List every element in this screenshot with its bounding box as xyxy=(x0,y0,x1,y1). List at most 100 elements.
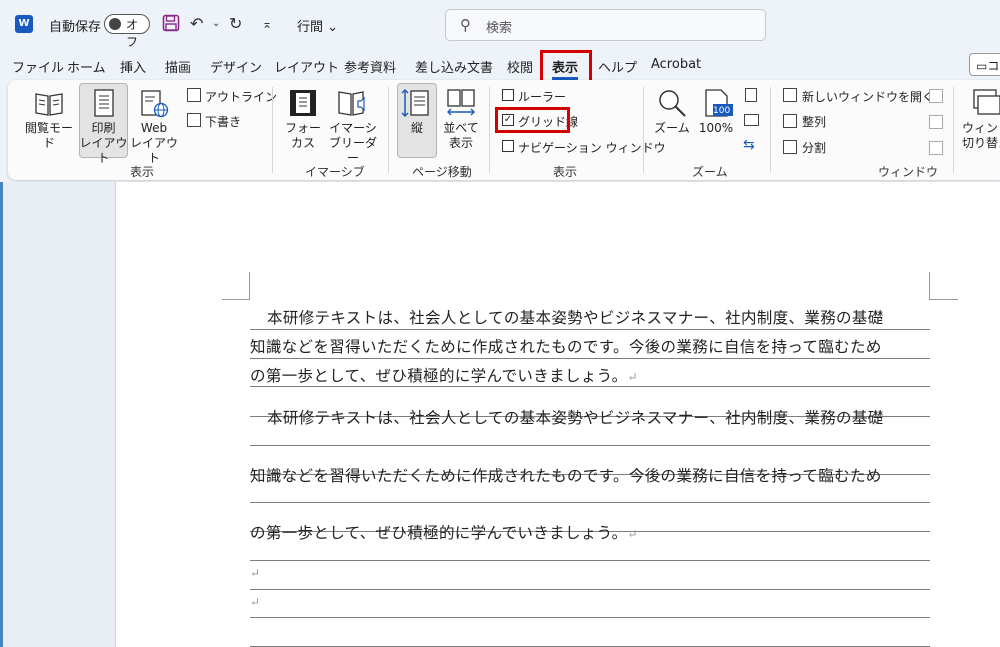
word-app-icon: W xyxy=(15,15,33,33)
crop-mark xyxy=(930,299,958,300)
draft-button[interactable]: 下書き xyxy=(205,113,241,130)
immersive-group-label: イマーシブ xyxy=(305,165,365,179)
crop-mark xyxy=(929,272,930,300)
paragraph-mark: ↵ xyxy=(627,527,638,541)
show-group-label: 表示 xyxy=(553,165,578,179)
page-move-group-label: ページ移動 xyxy=(412,165,472,179)
style-selector[interactable]: 行間 ⌄ xyxy=(297,16,338,35)
tab-design[interactable]: デザイン xyxy=(210,57,262,76)
comment-icon: ▭ xyxy=(976,59,988,73)
focus-icon xyxy=(290,90,316,116)
ruler-checkbox[interactable] xyxy=(502,89,514,101)
empty-paragraph-mark: ↵ xyxy=(250,595,261,609)
switch-windows-button[interactable]: ウィンド切り替え xyxy=(962,121,1000,151)
side-by-side-button[interactable]: 並べて 表示 xyxy=(440,121,482,151)
paragraph-2-line-1: 本研修テキストは、社会人としての基本姿勢やビジネスマナー、社内制度、業務の基礎 xyxy=(267,409,884,427)
gridline xyxy=(250,502,930,503)
redo-icon[interactable]: ↻ xyxy=(229,14,242,34)
ruler-label: ルーラー xyxy=(518,90,567,104)
split-button[interactable]: 分割 xyxy=(802,139,826,156)
gridline xyxy=(250,617,930,618)
arrange-all-icon xyxy=(783,114,797,128)
paragraph-2-line-3-text: の第一歩として、ぜひ積極的に学んでいきましょう。 xyxy=(250,524,628,542)
focus-button[interactable]: フォー カス xyxy=(281,121,325,151)
read-mode-button[interactable]: 閲覧モード xyxy=(20,121,78,151)
paragraph-1-line-2: 知識などを習得いただくために作成されたものです。今後の業務に自信を持って臨むため xyxy=(250,338,882,356)
outline-icon xyxy=(187,88,201,102)
ribbon-separator xyxy=(770,87,771,173)
undo-icon[interactable]: ↶ xyxy=(190,14,203,34)
gridline xyxy=(250,589,930,590)
zoom-100-button[interactable]: 100% xyxy=(695,121,737,136)
ribbon-separator xyxy=(272,87,273,173)
draft-icon xyxy=(187,113,201,127)
zoom-button[interactable]: ズーム xyxy=(650,121,694,136)
new-window-button[interactable]: 新しいウィンドウを開く xyxy=(802,88,934,105)
crop-mark xyxy=(249,272,250,300)
tab-insert[interactable]: 挿入 xyxy=(120,57,146,76)
read-mode-icon xyxy=(35,93,63,116)
customize-toolbar-icon[interactable]: ⌅ xyxy=(262,14,272,34)
paragraph-1-line-3-text: の第一歩として、ぜひ積極的に学んでいきましょう。 xyxy=(250,367,628,385)
paragraph-1-line-3: の第一歩として、ぜひ積極的に学んでいきましょう。↵ xyxy=(250,364,638,386)
switch-windows-icon xyxy=(973,89,1000,115)
tab-acrobat[interactable]: Acrobat xyxy=(651,57,701,72)
undo-dropdown-icon[interactable]: ⌄ xyxy=(212,14,220,34)
view-tab-highlight xyxy=(540,50,592,83)
empty-paragraph-mark: ↵ xyxy=(250,566,261,580)
search-icon: ⚲ xyxy=(460,16,471,34)
arrange-all-button[interactable]: 整列 xyxy=(802,113,826,130)
search-box[interactable]: ⚲ 検索 xyxy=(445,9,766,41)
tab-help[interactable]: ヘルプ xyxy=(598,57,637,76)
split-icon xyxy=(783,140,797,154)
paragraph-2-line-2: 知識などを習得いただくために作成されたものです。今後の業務に自信を持って臨むため xyxy=(250,467,882,485)
ribbon-separator xyxy=(388,87,389,173)
navigation-pane-checkbox[interactable] xyxy=(502,140,514,152)
web-layout-button[interactable]: Web レイアウト xyxy=(128,121,180,166)
window-group-label: ウィンドウ xyxy=(878,165,939,179)
view-side-by-side-icon[interactable] xyxy=(929,89,943,103)
paragraph-mark: ↵ xyxy=(627,370,638,384)
ribbon-separator xyxy=(953,87,954,173)
multiple-pages-icon[interactable] xyxy=(744,114,759,126)
tab-mailings[interactable]: 差し込み文書 xyxy=(415,57,493,76)
gridline xyxy=(250,358,930,359)
gridline xyxy=(250,560,930,561)
paragraph-1-line-1: 本研修テキストは、社会人としての基本姿勢やビジネスマナー、社内制度、業務の基礎 xyxy=(267,309,884,327)
immersive-reader-icon xyxy=(338,91,365,116)
side-by-side-icon xyxy=(447,89,475,116)
ribbon-separator xyxy=(643,87,644,173)
page-width-icon[interactable]: ⇆ xyxy=(743,137,755,153)
tab-layout[interactable]: レイアウト xyxy=(274,57,339,76)
ribbon-separator xyxy=(489,87,490,173)
autosave-toggle[interactable]: オフ xyxy=(104,14,150,49)
title-bar: W 自動保存 オフ ↶ ⌄ ↻ ⌅ 行間 ⌄ ⚲ 検索 xyxy=(0,0,1000,50)
new-window-icon xyxy=(783,88,797,102)
chevron-down-icon: ⌄ xyxy=(327,20,339,35)
reset-window-position-icon[interactable] xyxy=(929,141,943,155)
tab-home[interactable]: ホーム xyxy=(67,57,106,76)
gridline xyxy=(250,329,930,330)
print-layout-label: 印刷 レイアウト xyxy=(79,121,128,165)
paragraph-2-line-3: の第一歩として、ぜひ積極的に学んでいきましょう。↵ xyxy=(250,521,638,543)
sync-scroll-icon[interactable] xyxy=(929,115,943,129)
save-icon[interactable] xyxy=(162,14,180,34)
search-placeholder: 検索 xyxy=(486,21,513,36)
gridlines-highlight xyxy=(495,107,570,133)
immersive-reader-button[interactable]: イマーシ ブリーダー xyxy=(326,121,380,166)
zoom-100-icon-text: 100 xyxy=(713,106,731,116)
gridline xyxy=(250,445,930,446)
one-page-icon[interactable] xyxy=(745,88,757,102)
tab-references[interactable]: 参考資料 xyxy=(344,57,396,76)
comments-button[interactable]: ▭コ xyxy=(969,53,1000,76)
web-layout-icon xyxy=(141,90,169,118)
view-group-label: 表示 xyxy=(130,165,155,179)
tab-draw[interactable]: 描画 xyxy=(165,57,191,76)
crop-mark xyxy=(222,299,250,300)
tab-review[interactable]: 校閲 xyxy=(507,57,533,76)
vertical-scroll-icon xyxy=(401,89,429,117)
outline-button[interactable]: アウトライン xyxy=(205,88,277,105)
autosave-label: 自動保存 xyxy=(49,20,102,35)
tab-file[interactable]: ファイル xyxy=(12,57,64,76)
vertical-label: 縦 xyxy=(410,121,423,135)
